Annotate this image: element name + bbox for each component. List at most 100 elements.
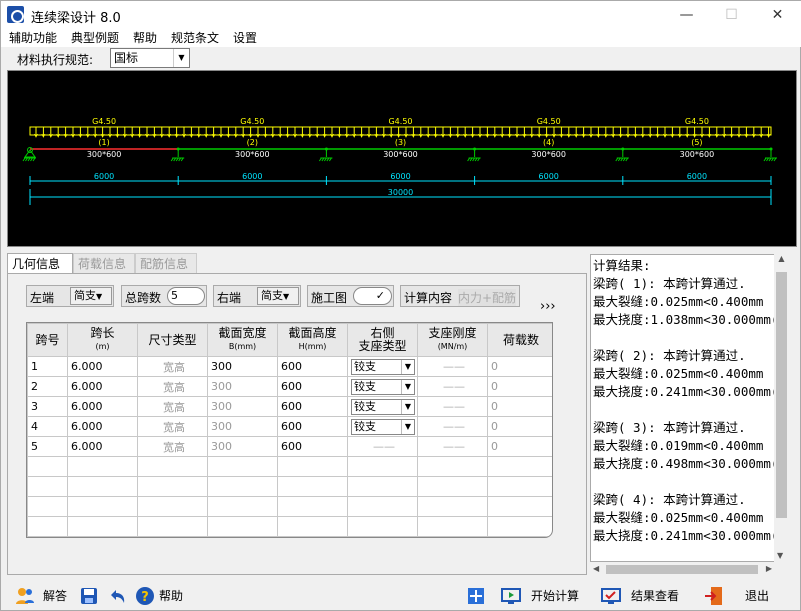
results-horizontal-scrollbar[interactable]: ◀ ▶ — [590, 562, 774, 577]
cell-stiff[interactable]: —— — [417, 356, 488, 377]
cell-stiff[interactable]: —— — [417, 376, 488, 397]
more-button[interactable]: ››› — [540, 299, 556, 314]
minimize-button[interactable]: — — [664, 1, 709, 29]
support-type-select[interactable]: 铰支 ▼ — [351, 398, 415, 415]
empty-cell[interactable] — [137, 476, 208, 497]
cell-len[interactable]: 6.000 — [67, 376, 138, 397]
cell-b[interactable]: 300 — [207, 376, 278, 397]
start-calc-button[interactable]: 开始计算 — [531, 587, 579, 604]
undo-icon[interactable] — [107, 586, 127, 606]
empty-cell[interactable] — [207, 516, 278, 537]
empty-cell[interactable] — [487, 476, 552, 497]
empty-cell[interactable] — [417, 496, 488, 517]
scroll-down-icon[interactable]: ▼ — [777, 551, 783, 560]
cell-h[interactable]: 600 — [277, 396, 348, 417]
help-icon[interactable]: ? — [135, 586, 155, 606]
calc-value[interactable]: 内力+配筋 — [458, 289, 517, 306]
empty-cell[interactable] — [67, 516, 138, 537]
cell-support[interactable]: —— — [347, 436, 418, 457]
cell-h[interactable]: 600 — [277, 436, 348, 457]
left-end-select[interactable]: 简支▼ — [70, 287, 112, 305]
empty-cell[interactable] — [67, 476, 138, 497]
cell-stiff[interactable]: —— — [417, 396, 488, 417]
cell-stiff[interactable]: —— — [417, 416, 488, 437]
tools-icon[interactable] — [466, 586, 486, 606]
empty-cell[interactable] — [207, 456, 278, 477]
help-label[interactable]: 帮助 — [159, 587, 183, 604]
drawing-toggle[interactable]: ✓ — [353, 287, 392, 305]
right-end-select[interactable]: 简支▼ — [257, 287, 299, 305]
empty-cell[interactable] — [27, 496, 68, 517]
empty-cell[interactable] — [417, 476, 488, 497]
empty-cell[interactable] — [27, 476, 68, 497]
scrollbar-thumb[interactable] — [776, 272, 787, 518]
cell-loads[interactable]: 0 — [487, 436, 552, 457]
cell-b[interactable]: 300 — [207, 416, 278, 437]
scrollbar-thumb[interactable] — [606, 565, 758, 574]
empty-cell[interactable] — [347, 516, 418, 537]
empty-cell[interactable] — [137, 456, 208, 477]
empty-cell[interactable] — [27, 516, 68, 537]
save-icon[interactable] — [79, 586, 99, 606]
cell-len[interactable]: 6.000 — [67, 396, 138, 417]
empty-cell[interactable] — [27, 456, 68, 477]
empty-cell[interactable] — [207, 496, 278, 517]
empty-cell[interactable] — [487, 516, 552, 537]
cell-b[interactable]: 300 — [207, 396, 278, 417]
scroll-up-icon[interactable]: ▲ — [774, 254, 789, 263]
monitor-icon[interactable] — [501, 586, 521, 606]
support-type-select[interactable]: 铰支 ▼ — [351, 418, 415, 435]
close-button[interactable]: ✕ — [755, 1, 800, 29]
menu-item-examples[interactable]: 典型例题 — [71, 29, 119, 46]
cell-b[interactable]: 300 — [207, 356, 278, 377]
menu-item-settings[interactable]: 设置 — [233, 29, 257, 46]
menu-item-codes[interactable]: 规范条文 — [171, 29, 219, 46]
exit-icon[interactable] — [704, 586, 724, 606]
empty-cell[interactable] — [347, 456, 418, 477]
empty-cell[interactable] — [347, 476, 418, 497]
cell-stiff[interactable]: —— — [417, 436, 488, 457]
support-type-select[interactable]: 铰支 ▼ — [351, 378, 415, 395]
menu-item-help[interactable]: 帮助 — [133, 29, 157, 46]
cell-loads[interactable]: 0 — [487, 396, 552, 417]
exit-button[interactable]: 退出 — [745, 587, 769, 604]
cell-support[interactable]: 铰支 ▼ — [347, 356, 418, 377]
empty-cell[interactable] — [67, 456, 138, 477]
check-monitor-icon[interactable] — [601, 586, 621, 606]
empty-cell[interactable] — [487, 496, 552, 517]
empty-cell[interactable] — [487, 456, 552, 477]
results-vertical-scrollbar[interactable]: ▲ ▼ — [774, 254, 789, 562]
cell-support[interactable]: 铰支 ▼ — [347, 416, 418, 437]
menu-item-aux[interactable]: 辅助功能 — [9, 29, 57, 46]
cell-loads[interactable]: 0 — [487, 356, 552, 377]
empty-cell[interactable] — [137, 496, 208, 517]
empty-cell[interactable] — [137, 516, 208, 537]
span-count-input[interactable]: 5 — [167, 287, 205, 305]
empty-cell[interactable] — [277, 456, 348, 477]
support-type-select[interactable]: 铰支 ▼ — [351, 358, 415, 375]
cell-len[interactable]: 6.000 — [67, 356, 138, 377]
tab-geometry[interactable]: 几何信息 — [7, 253, 73, 273]
empty-cell[interactable] — [67, 496, 138, 517]
scroll-left-icon[interactable]: ◀ — [593, 564, 599, 573]
empty-cell[interactable] — [417, 516, 488, 537]
cell-len[interactable]: 6.000 — [67, 436, 138, 457]
view-results-button[interactable]: 结果查看 — [631, 587, 679, 604]
cell-h[interactable]: 600 — [277, 416, 348, 437]
norm-select[interactable]: 国标 ▼ — [110, 48, 190, 68]
maximize-button[interactable]: ☐ — [709, 1, 754, 29]
cell-b[interactable]: 300 — [207, 436, 278, 457]
cell-loads[interactable]: 0 — [487, 376, 552, 397]
empty-cell[interactable] — [277, 496, 348, 517]
scroll-right-icon[interactable]: ▶ — [766, 564, 772, 573]
answer-label[interactable]: 解答 — [43, 587, 67, 604]
cell-h[interactable]: 600 — [277, 376, 348, 397]
empty-cell[interactable] — [347, 496, 418, 517]
tab-reinforcement[interactable]: 配筋信息 — [135, 253, 197, 273]
cell-loads[interactable]: 0 — [487, 416, 552, 437]
tab-loads[interactable]: 荷载信息 — [73, 253, 135, 273]
empty-cell[interactable] — [417, 456, 488, 477]
empty-cell[interactable] — [277, 516, 348, 537]
users-icon[interactable] — [15, 586, 35, 606]
empty-cell[interactable] — [207, 476, 278, 497]
